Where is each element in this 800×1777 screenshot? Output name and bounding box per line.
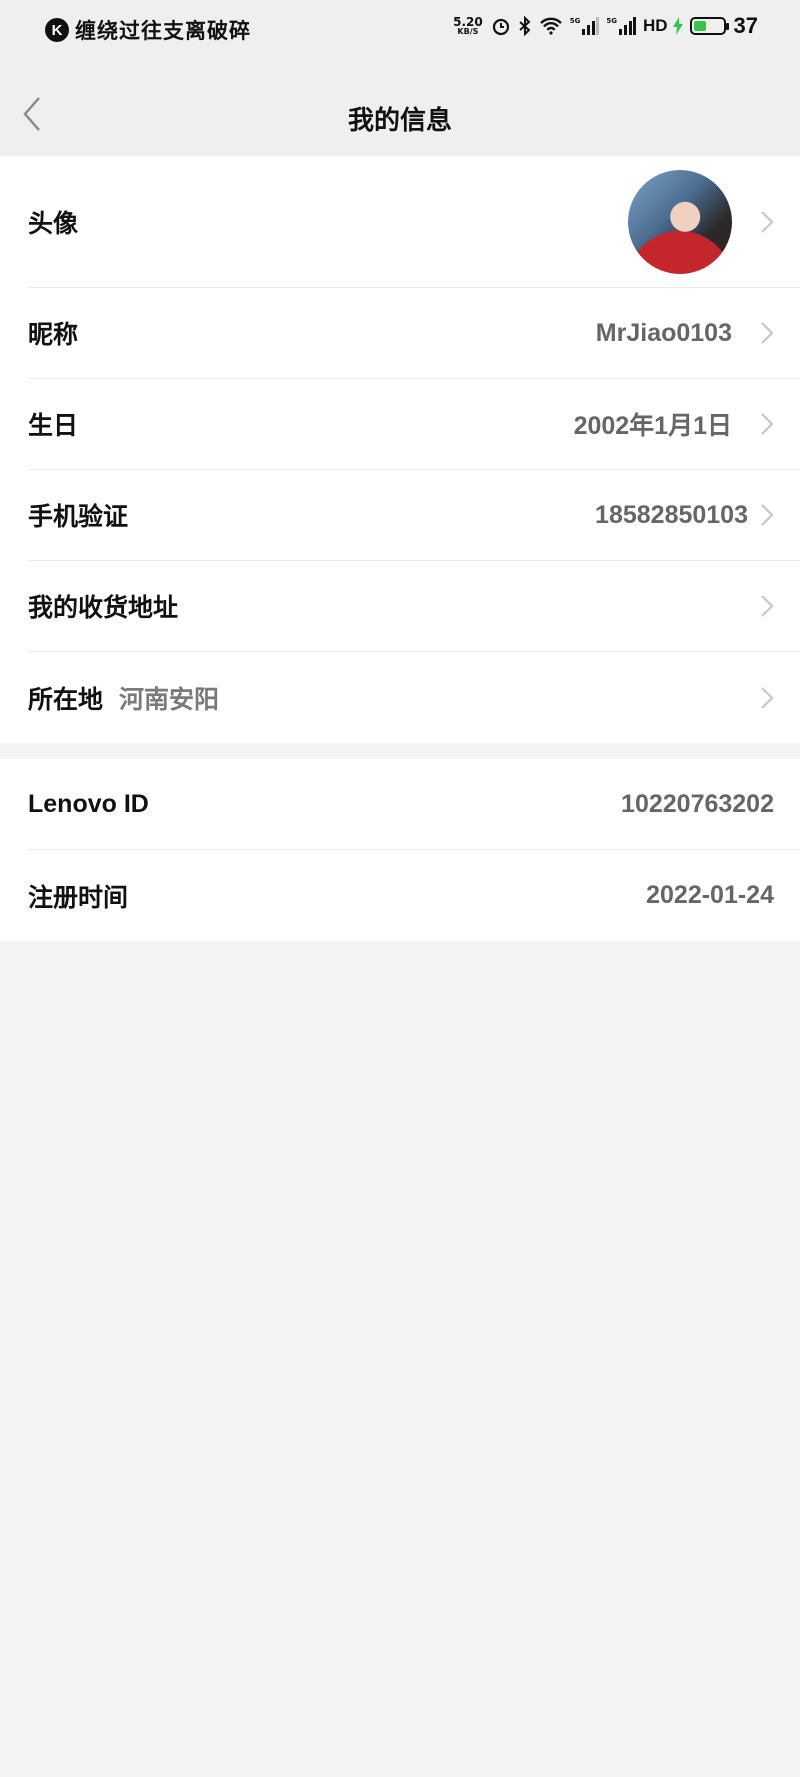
chevron-right-icon <box>760 412 774 436</box>
signal-1-label: 5G <box>569 17 581 25</box>
avatar-label: 头像 <box>28 208 79 238</box>
lenovo-id-value: 10220763202 <box>621 789 774 818</box>
page-title: 我的信息 <box>347 106 452 136</box>
lenovo-id-label: Lenovo ID <box>28 789 149 818</box>
birthday-value: 2002年1月1日 <box>573 412 732 440</box>
register-time-value: 2022-01-24 <box>646 881 774 909</box>
status-left: K 缠绕过往支离破碎 <box>45 15 251 45</box>
net-speed: 5.20 KB/S <box>453 16 483 36</box>
battery-level: 37 <box>733 13 758 38</box>
signal-2-label: 5G <box>606 17 617 25</box>
chevron-right-icon <box>760 210 774 234</box>
alarm-icon <box>491 16 511 36</box>
hd-label: HD <box>642 16 668 35</box>
lenovo-id-row: Lenovo ID 10220763202 <box>28 759 800 850</box>
nav-bar: 我的信息 <box>0 56 800 156</box>
birthday-row[interactable]: 生日 2002年1月1日 <box>28 379 800 470</box>
bluetooth-icon <box>518 16 532 36</box>
status-bar: K 缠绕过往支离破碎 5.20 KB/S 5G 5G HD 37 <box>0 0 800 56</box>
net-speed-unit: KB/S <box>457 27 479 36</box>
avatar-row[interactable]: 头像 <box>28 156 800 288</box>
location-row[interactable]: 所在地 河南安阳 <box>28 652 800 743</box>
nickname-label: 昵称 <box>28 320 79 349</box>
signal-icon-2: 5G <box>606 17 636 35</box>
avatar[interactable] <box>628 169 732 274</box>
nickname-row[interactable]: 昵称 MrJiao0103 <box>28 288 800 379</box>
account-group: Lenovo ID 10220763202 注册时间 2022-01-24 <box>0 759 800 941</box>
nickname-value: MrJiao0103 <box>595 318 732 347</box>
register-time-label: 注册时间 <box>28 882 129 912</box>
wifi-icon <box>539 17 563 35</box>
chevron-right-icon <box>760 503 774 527</box>
location-label: 所在地 <box>28 684 104 714</box>
notification-text: 缠绕过往支离破碎 <box>75 19 251 43</box>
profile-group: 头像 昵称 MrJiao0103 生日 2002年1月1日 手机验证 18582… <box>0 156 800 743</box>
app-k-icon: K <box>45 18 69 42</box>
battery-icon <box>689 17 729 35</box>
phone-value: 18582850103 <box>595 500 748 529</box>
location-value: 河南安阳 <box>119 684 220 714</box>
signal-icon-1: 5G <box>570 17 600 35</box>
charging-icon <box>672 17 683 35</box>
phone-row[interactable]: 手机验证 18582850103 <box>28 470 800 561</box>
chevron-right-icon <box>760 686 774 710</box>
status-right: 5.20 KB/S 5G 5G HD 37 <box>453 13 758 39</box>
register-time-row: 注册时间 2022-01-24 <box>28 850 800 941</box>
address-row[interactable]: 我的收货地址 <box>28 561 800 652</box>
birthday-label: 生日 <box>28 411 79 440</box>
chevron-right-icon <box>760 321 774 345</box>
chevron-right-icon <box>760 594 774 618</box>
phone-label: 手机验证 <box>28 502 129 531</box>
address-label: 我的收货地址 <box>28 593 179 622</box>
